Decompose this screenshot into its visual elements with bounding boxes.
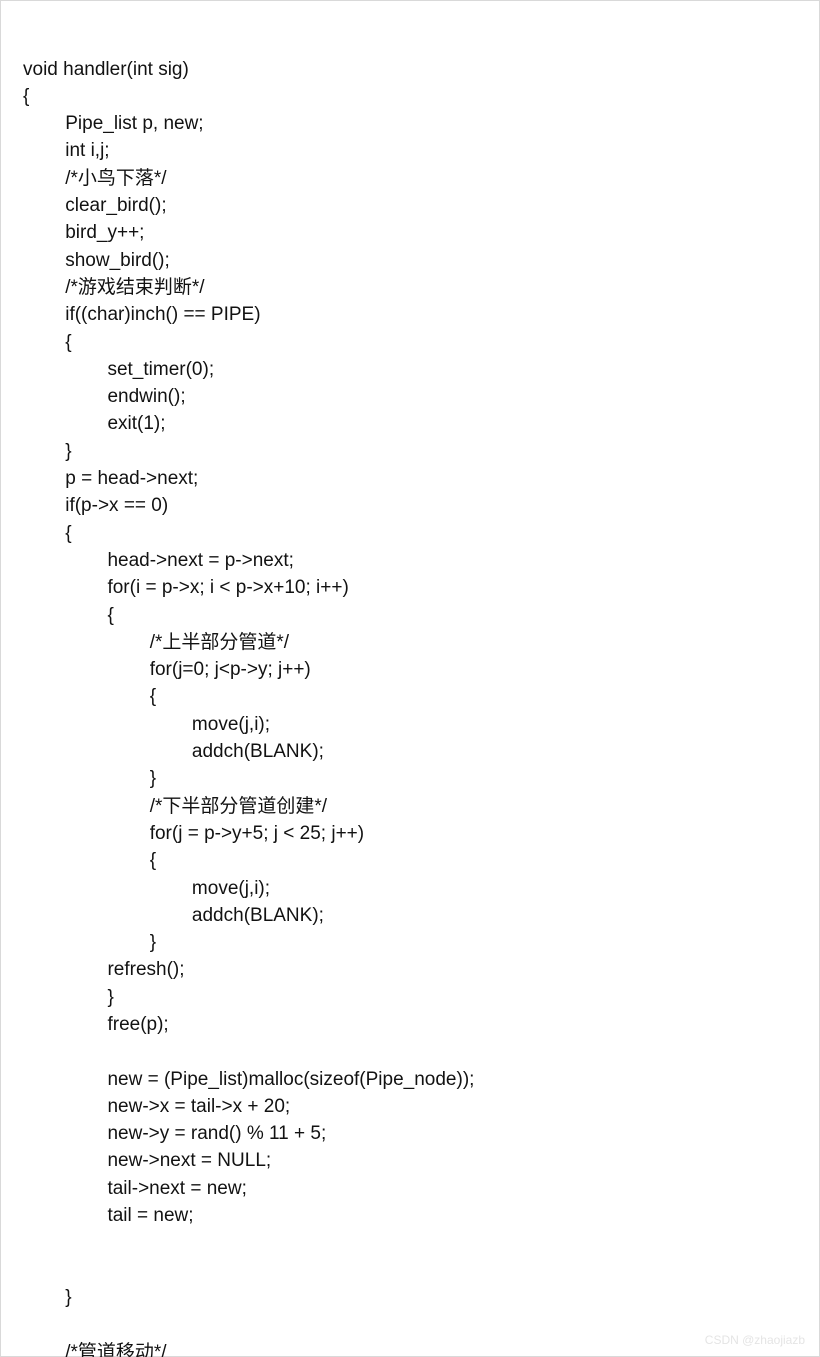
code-line: { — [23, 683, 819, 710]
code-line: void handler(int sig) — [23, 56, 819, 83]
code-line: } — [23, 929, 819, 956]
code-line: set_timer(0); — [23, 356, 819, 383]
code-line: /*游戏结束判断*/ — [23, 274, 819, 301]
code-line: } — [23, 1284, 819, 1311]
code-line: } — [23, 438, 819, 465]
code-line: addch(BLANK); — [23, 902, 819, 929]
code-line: } — [23, 984, 819, 1011]
code-block: void handler(int sig){ Pipe_list p, new;… — [0, 0, 820, 1357]
code-line: free(p); — [23, 1011, 819, 1038]
code-line: } — [23, 765, 819, 792]
code-line: new = (Pipe_list)malloc(sizeof(Pipe_node… — [23, 1066, 819, 1093]
code-line: head->next = p->next; — [23, 547, 819, 574]
code-line: for(j=0; j<p->y; j++) — [23, 656, 819, 683]
code-line: int i,j; — [23, 137, 819, 164]
code-line — [23, 1257, 819, 1284]
code-line: tail = new; — [23, 1202, 819, 1229]
code-line: /*管道移动*/ — [23, 1339, 819, 1357]
code-line: show_bird(); — [23, 247, 819, 274]
code-line: { — [23, 83, 819, 110]
code-line: { — [23, 329, 819, 356]
code-line: for(j = p->y+5; j < 25; j++) — [23, 820, 819, 847]
code-line: { — [23, 847, 819, 874]
code-line: endwin(); — [23, 383, 819, 410]
code-line — [23, 1311, 819, 1338]
code-line: /*小鸟下落*/ — [23, 165, 819, 192]
code-line: /*下半部分管道创建*/ — [23, 793, 819, 820]
code-line: { — [23, 602, 819, 629]
code-line: bird_y++; — [23, 219, 819, 246]
code-line: new->next = NULL; — [23, 1147, 819, 1174]
code-lines: void handler(int sig){ Pipe_list p, new;… — [23, 56, 819, 1357]
code-line: { — [23, 520, 819, 547]
code-line: if((char)inch() == PIPE) — [23, 301, 819, 328]
code-line: addch(BLANK); — [23, 738, 819, 765]
code-line: clear_bird(); — [23, 192, 819, 219]
code-line: refresh(); — [23, 956, 819, 983]
code-line: tail->next = new; — [23, 1175, 819, 1202]
code-line — [23, 1229, 819, 1256]
code-line: if(p->x == 0) — [23, 492, 819, 519]
code-line: for(i = p->x; i < p->x+10; i++) — [23, 574, 819, 601]
code-line: Pipe_list p, new; — [23, 110, 819, 137]
code-line: exit(1); — [23, 410, 819, 437]
code-line: move(j,i); — [23, 875, 819, 902]
code-line: p = head->next; — [23, 465, 819, 492]
code-line: new->x = tail->x + 20; — [23, 1093, 819, 1120]
code-line — [23, 1038, 819, 1065]
code-line: new->y = rand() % 11 + 5; — [23, 1120, 819, 1147]
watermark: CSDN @zhaojiazb — [705, 1327, 805, 1354]
code-line: /*上半部分管道*/ — [23, 629, 819, 656]
code-line: move(j,i); — [23, 711, 819, 738]
